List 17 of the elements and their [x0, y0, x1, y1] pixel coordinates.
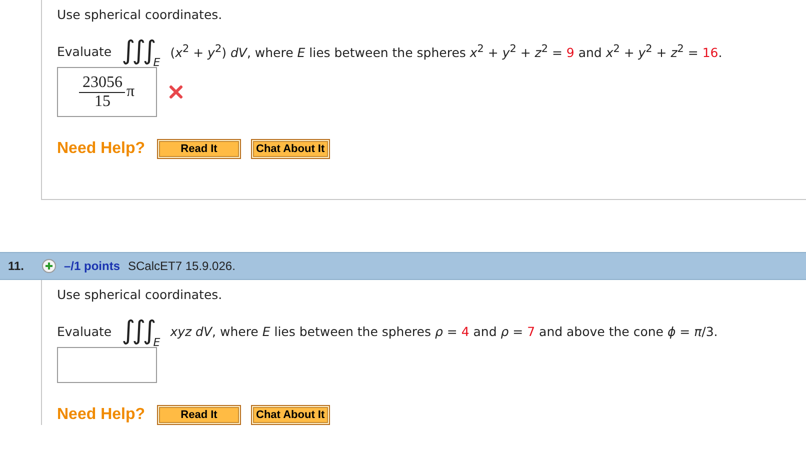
help-button[interactable]: Chat About It — [251, 405, 330, 426]
need-help-label: Need Help? — [57, 406, 146, 424]
need-help-label: Need Help? — [57, 140, 146, 158]
answer-field[interactable] — [57, 347, 157, 384]
help-button[interactable]: Read It — [157, 405, 242, 426]
instruction-text: Use spherical coordinates. — [57, 287, 224, 302]
prompt-text: Evaluate — [57, 324, 112, 340]
help-button[interactable]: Read It — [157, 139, 242, 160]
plus-icon[interactable] — [42, 259, 56, 273]
question-text: (x$^{2}$ + y$^{2}$) dV, where E lies between the spheres x$^{2}$ + y$^{2}$ + z$^{2}$ = 9 and x$^{2}$ + y$^{2}$ + z$^{2}$ = 16. — [170, 43, 722, 60]
question-text: xyz dV, where E lies between the spheres ρ = 4 and ρ = 7 and above the cone ϕ = π/3. — [170, 324, 718, 340]
prompt-text: Evaluate — [57, 44, 112, 60]
points-link[interactable]: –/1 points — [64, 259, 120, 273]
question-number: 11. — [8, 259, 26, 273]
help-button[interactable]: Chat About It — [251, 139, 330, 160]
question-code: SCalcET7 15.9.026. — [128, 259, 236, 273]
instruction-text: Use spherical coordinates. — [57, 7, 224, 22]
